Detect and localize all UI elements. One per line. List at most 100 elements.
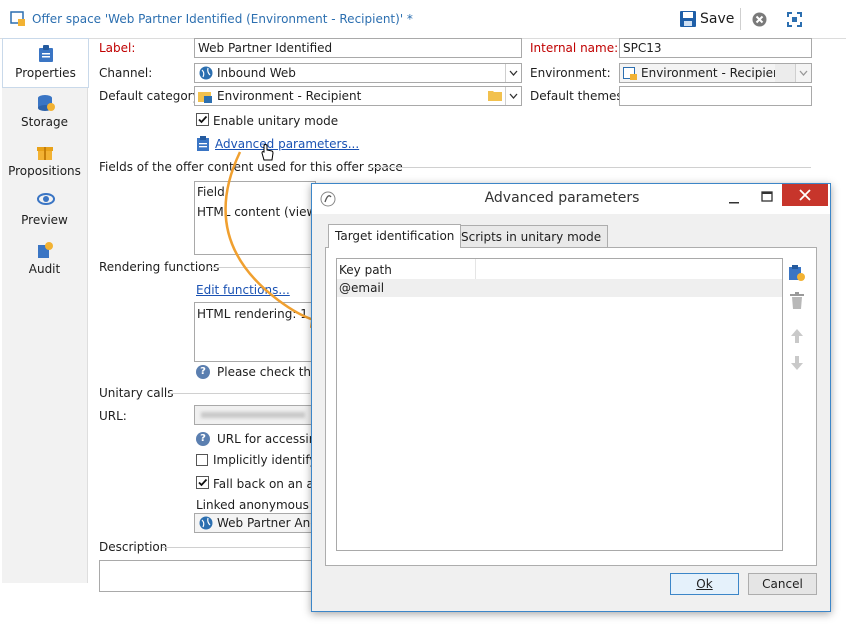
description-section-title: Description [99, 540, 168, 554]
blurred-url [201, 412, 305, 418]
unitary-calls-section-title: Unitary calls [99, 386, 174, 400]
advanced-parameters-dialog: Advanced parameters Target identificatio… [311, 183, 831, 612]
category-folder-icon [198, 92, 212, 103]
close-icon[interactable] [752, 12, 767, 27]
maximize-icon[interactable] [787, 12, 802, 27]
linked-anonymous-select[interactable]: Web Partner Anor [194, 513, 314, 533]
environment-icon [623, 67, 637, 80]
tab-label: Target identification [335, 229, 455, 243]
internal-name-field[interactable]: SPC13 [619, 38, 812, 58]
internal-name-caption: Internal name: [530, 41, 619, 55]
ok-button[interactable]: Ok [670, 573, 739, 595]
url-caption: URL: [99, 409, 127, 423]
sidebar-item-properties[interactable]: Properties [2, 38, 89, 88]
environment-value: Environment - Recipient ( [641, 66, 794, 80]
add-key-icon[interactable] [788, 264, 806, 282]
rendering-section-title: Rendering functions [99, 260, 220, 274]
key-path-cell: @email [339, 281, 385, 295]
minimize-icon[interactable] [727, 192, 741, 206]
enable-unitary-label: Enable unitary mode [213, 114, 339, 128]
section-divider [368, 167, 811, 168]
default-category-caption: Default category: [99, 89, 203, 103]
section-divider [162, 547, 310, 548]
chevron-down-icon[interactable] [795, 64, 811, 82]
key-path-table[interactable]: Key path @email [336, 258, 783, 551]
linked-anonymous-value: Web Partner Anor [217, 516, 314, 530]
chevron-down-icon[interactable] [505, 64, 521, 82]
database-icon [38, 95, 55, 111]
channel-caption: Channel: [99, 66, 153, 80]
audit-icon [38, 242, 53, 258]
window-title: Offer space 'Web Partner Identified (Env… [32, 12, 413, 26]
sidebar-item-label: Audit [28, 262, 61, 276]
cancel-button[interactable]: Cancel [748, 573, 817, 595]
linked-anonymous-label: Linked anonymous sp [196, 498, 327, 512]
sidebar-item-label: Propositions [8, 164, 81, 178]
move-up-icon[interactable] [790, 328, 804, 344]
url-hint-text: URL for accessing [217, 432, 324, 446]
default-category-select[interactable]: Environment - Recipient [194, 86, 522, 106]
folder-icon[interactable] [488, 89, 502, 101]
gift-icon [37, 147, 53, 160]
folder-icon [775, 64, 795, 82]
key-path-column-header[interactable]: Key path [339, 263, 392, 277]
move-down-icon[interactable] [790, 355, 804, 371]
sidebar-item-propositions[interactable]: Propositions [2, 137, 87, 185]
dialog-close-button[interactable] [782, 184, 828, 206]
checkmark-icon [198, 478, 208, 487]
maximize-icon[interactable] [760, 190, 774, 204]
save-button[interactable]: Save [680, 11, 735, 29]
channel-value: Inbound Web [217, 66, 296, 80]
sidebar-item-label: Preview [21, 213, 68, 227]
checkmark-icon [198, 115, 208, 124]
url-field[interactable] [194, 405, 314, 425]
dialog-title-bar: Advanced parameters [312, 184, 830, 214]
title-bar: Offer space 'Web Partner Identified (Env… [0, 0, 846, 39]
label-caption: Label: [99, 41, 136, 55]
sidebar: Properties Storage Propositions Preview … [2, 38, 89, 583]
default-themes-caption: Default themes: [530, 89, 627, 103]
implicitly-identify-checkbox[interactable] [196, 454, 208, 466]
info-icon: ? [196, 365, 210, 379]
tab-panel: Key path @email [325, 247, 817, 566]
sidebar-item-audit[interactable]: Audit [2, 235, 87, 283]
channel-select[interactable]: Inbound Web [194, 63, 522, 83]
globe-icon [199, 516, 213, 530]
eye-icon [37, 193, 55, 205]
enable-unitary-checkbox[interactable] [196, 113, 209, 126]
environment-caption: Environment: [530, 66, 611, 80]
chevron-down-icon[interactable] [505, 87, 521, 105]
fall-back-checkbox[interactable] [196, 476, 209, 489]
label-field[interactable]: Web Partner Identified [194, 38, 522, 58]
ok-label: Ok [696, 577, 713, 591]
sidebar-item-preview[interactable]: Preview [2, 186, 87, 234]
offer-space-icon [10, 11, 25, 26]
description-field[interactable] [99, 560, 313, 592]
clipboard-icon [39, 45, 53, 62]
toolbar-separator [740, 8, 741, 30]
globe-icon [199, 66, 213, 80]
save-icon [680, 11, 696, 27]
cancel-label: Cancel [762, 577, 803, 591]
save-label: Save [700, 11, 735, 27]
table-row[interactable]: @email [337, 279, 782, 297]
tab-scripts-unitary[interactable]: Scripts in unitary mode [454, 225, 609, 247]
tab-target-identification[interactable]: Target identification [328, 224, 462, 248]
implicitly-identify-label: Implicitly identify t [213, 453, 326, 467]
info-icon: ? [196, 432, 210, 446]
default-themes-field[interactable] [619, 86, 812, 106]
sidebar-item-storage[interactable]: Storage [2, 88, 87, 136]
sidebar-item-label: Properties [15, 66, 76, 80]
advanced-parameters-link[interactable]: Advanced parameters... [215, 137, 359, 151]
parameters-icon [197, 136, 209, 151]
tab-label: Scripts in unitary mode [461, 230, 602, 244]
close-icon [799, 189, 811, 201]
please-check-text: Please check that [217, 365, 324, 379]
delete-icon[interactable] [789, 292, 805, 310]
sidebar-item-label: Storage [21, 115, 68, 129]
section-divider [168, 393, 310, 394]
column-divider [475, 259, 476, 279]
default-category-value: Environment - Recipient [217, 89, 362, 103]
table-header: Key path [337, 259, 782, 280]
environment-select[interactable]: Environment - Recipient ( [619, 63, 812, 83]
